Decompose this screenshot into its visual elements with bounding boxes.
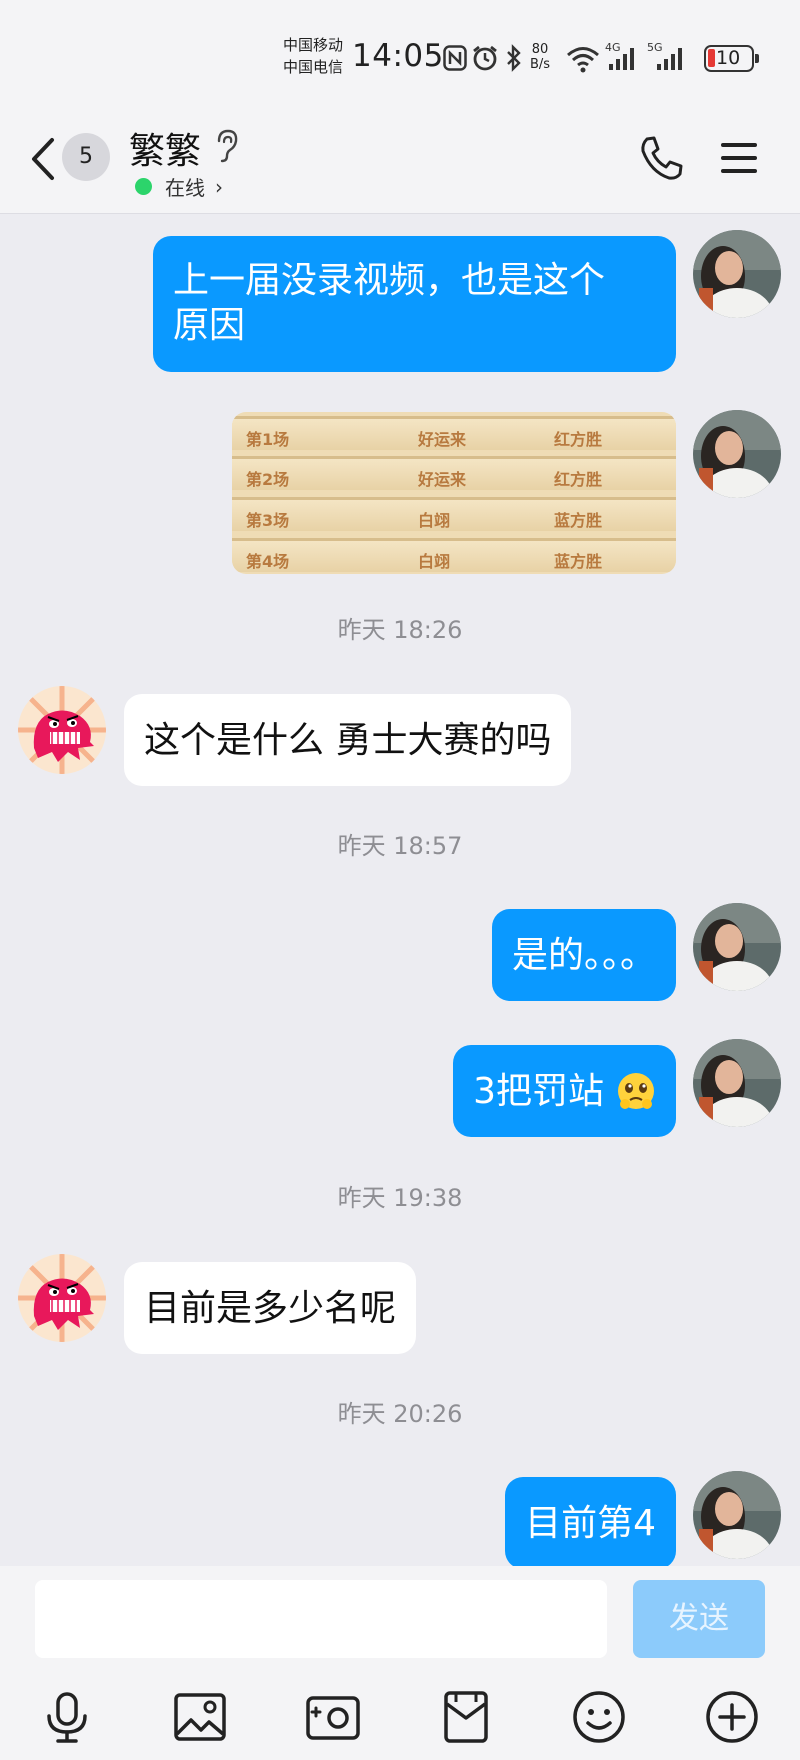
message-text: 上一届没录视频，也是这个: [173, 260, 606, 301]
message-bubble[interactable]: 这个是什么 勇士大赛的吗: [124, 694, 572, 786]
net-speed-unit: B/s: [530, 57, 551, 72]
alarm-icon: [473, 45, 497, 71]
bluetooth-icon: [507, 44, 521, 72]
score-row: 第1场 好运来 红方胜: [232, 416, 676, 450]
input-bar: 发送: [0, 1566, 800, 1760]
message-text: 这个是什么 勇士大赛的吗: [144, 720, 552, 761]
carrier-1: 中国移动: [283, 36, 344, 54]
status-time: 14:05: [352, 38, 444, 74]
nfc-icon: [443, 45, 467, 71]
message-text: 目前是多少名呢: [144, 1288, 397, 1329]
chat-header: 5 繁繁 在线 ›: [0, 110, 800, 214]
message-input[interactable]: [35, 1580, 607, 1658]
message-bubble[interactable]: 目前是多少名呢: [124, 1262, 417, 1354]
game-label: 第3场: [246, 511, 290, 530]
svg-text:5G: 5G: [647, 41, 663, 54]
contact-name[interactable]: 繁繁: [129, 122, 201, 174]
message-bubble[interactable]: 目前第4: [505, 1477, 676, 1566]
avatar[interactable]: [693, 1471, 781, 1559]
net-speed-value: 80: [531, 42, 549, 57]
signal-icon: 4G: [605, 41, 634, 70]
plus-icon[interactable]: [703, 1688, 761, 1746]
message-bubble[interactable]: 是的。。。: [491, 909, 676, 1001]
avatar[interactable]: [18, 1254, 106, 1342]
menu-icon[interactable]: [719, 140, 759, 176]
ear-icon[interactable]: [214, 128, 240, 164]
message-bubble[interactable]: 上一届没录视频，也是这个 原因: [153, 236, 676, 372]
result-label: 蓝方胜: [554, 552, 603, 571]
timestamp: 昨天 19:38: [337, 1184, 463, 1212]
message-bubble[interactable]: 3把罚站: [453, 1045, 676, 1137]
result-label: 红方胜: [554, 470, 603, 489]
battery-fill: [708, 49, 715, 67]
online-dot: [135, 178, 152, 195]
avatar[interactable]: [693, 230, 781, 318]
message-list[interactable]: 上一届没录视频，也是这个 原因 第1场 好运来 红方胜 第2场 好运来 红方胜 …: [0, 214, 800, 1566]
result-label: 红方胜: [554, 430, 603, 449]
message-text: 是的。。。: [511, 935, 656, 976]
microphone-icon[interactable]: [38, 1688, 96, 1746]
score-row: 第3场 白翊 蓝方胜: [232, 497, 676, 531]
score-row: 第2场 好运来 红方胜: [232, 456, 676, 490]
message-text: 3把罚站: [473, 1071, 604, 1112]
phone-icon[interactable]: [638, 134, 684, 182]
player-name: 好运来: [418, 430, 467, 449]
status-bar: 中国移动 中国电信 14:05 4G 5G 80 B/s 10: [0, 0, 800, 110]
avatar[interactable]: [18, 686, 106, 774]
camera-icon[interactable]: [304, 1688, 362, 1746]
game-label: 第2场: [246, 470, 290, 489]
result-label: 蓝方胜: [554, 511, 603, 530]
image-icon[interactable]: [171, 1688, 229, 1746]
signal-icon: 5G: [647, 41, 682, 70]
player-name: 白翊: [418, 552, 451, 571]
timestamp: 昨天 18:26: [337, 616, 463, 644]
presence-status[interactable]: 在线 ›: [135, 172, 223, 201]
player-name: 好运来: [418, 470, 467, 489]
carrier-labels: 中国移动 中国电信: [283, 34, 343, 78]
presence-label: 在线: [165, 176, 205, 200]
battery-icon: 10: [704, 45, 759, 72]
message-text: 原因: [173, 305, 246, 346]
avatar[interactable]: [693, 903, 781, 991]
back-icon[interactable]: [26, 134, 60, 184]
avatar[interactable]: [693, 1039, 781, 1127]
carrier-2: 中国电信: [283, 58, 344, 76]
score-row: 第4场 白翊 蓝方胜: [232, 538, 676, 572]
message-text: 目前第4: [525, 1503, 656, 1544]
timestamp: 昨天 20:26: [337, 1400, 463, 1428]
image-message[interactable]: 第1场 好运来 红方胜 第2场 好运来 红方胜 第3场 白翊 蓝方胜 第4场 白…: [232, 412, 676, 574]
battery-level: 10: [716, 47, 741, 69]
game-label: 第4场: [246, 552, 290, 571]
chevron-right-icon: ›: [215, 174, 223, 199]
file-icon[interactable]: [437, 1688, 495, 1746]
net-speed: 80 B/s: [530, 42, 550, 72]
game-label: 第1场: [246, 430, 290, 449]
avatar[interactable]: [693, 410, 781, 498]
send-button[interactable]: 发送: [633, 1580, 765, 1658]
unread-count-badge[interactable]: 5: [62, 133, 110, 181]
svg-text:4G: 4G: [605, 41, 621, 54]
emoji-icon[interactable]: [570, 1688, 628, 1746]
player-name: 白翊: [418, 511, 451, 530]
wifi-icon: [567, 47, 599, 73]
timestamp: 昨天 18:57: [337, 832, 463, 860]
pleading-face-emoji: [618, 1073, 654, 1109]
